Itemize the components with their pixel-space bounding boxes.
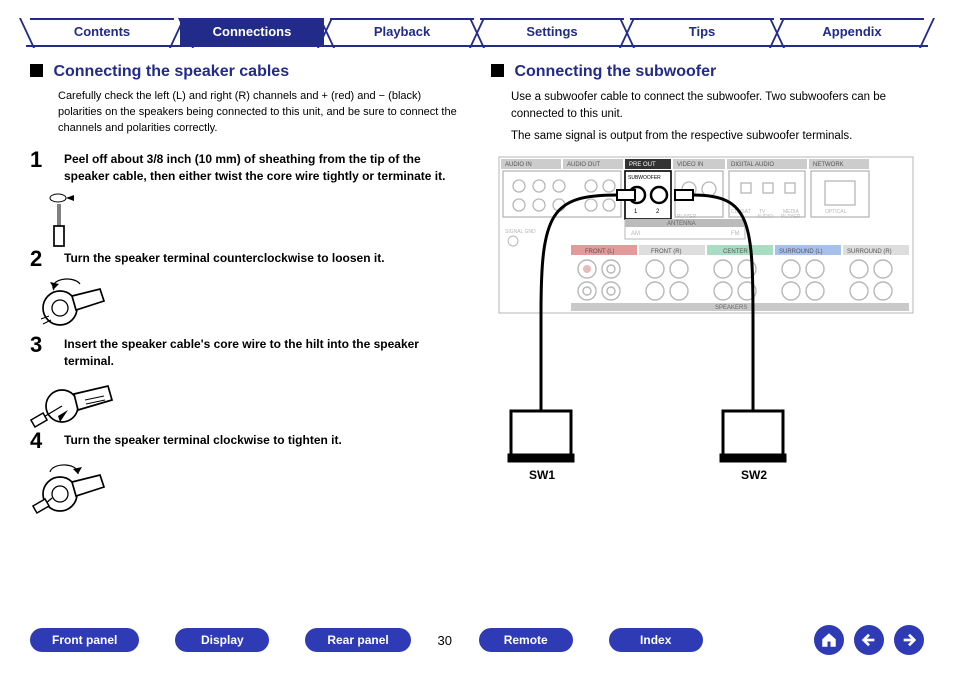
subwoofer-para-1: Use a subwoofer cable to connect the sub…: [491, 89, 924, 122]
subwoofer-para-2: The same signal is output from the respe…: [491, 128, 924, 145]
step-3: 3 Insert the speaker cable's core wire t…: [30, 334, 463, 370]
svg-text:SURROUND (R): SURROUND (R): [847, 249, 892, 255]
svg-text:CENTER: CENTER: [723, 249, 748, 255]
step-1: 1 Peel off about 3/8 inch (10 mm) of she…: [30, 149, 463, 185]
svg-text:PRE OUT: PRE OUT: [629, 162, 656, 168]
svg-text:SPEAKERS: SPEAKERS: [715, 305, 747, 311]
svg-text:SIGNAL GND: SIGNAL GND: [505, 229, 536, 235]
right-column: Connecting the subwoofer Use a subwoofer…: [491, 63, 924, 573]
home-icon[interactable]: [814, 625, 844, 655]
step-text: Insert the speaker cable's core wire to …: [64, 334, 463, 370]
illustration-tighten-terminal: [30, 458, 463, 518]
heading-text: Connecting the speaker cables: [53, 63, 289, 80]
svg-text:AUDIO: AUDIO: [757, 214, 773, 220]
sw1-label: SW1: [529, 468, 555, 482]
tab-connections[interactable]: Connections: [180, 18, 324, 46]
tab-playback[interactable]: Playback: [330, 18, 474, 46]
step-4: 4 Turn the speaker terminal clockwise to…: [30, 430, 463, 452]
svg-text:SUBWOOFER: SUBWOOFER: [628, 175, 661, 181]
arrow-right-icon[interactable]: [894, 625, 924, 655]
rear-panel-diagram: AUDIO IN AUDIO OUT PRE OUT VIDEO IN DIGI…: [491, 153, 924, 503]
nav-display[interactable]: Display: [175, 628, 269, 652]
step-text: Turn the speaker terminal clockwise to t…: [64, 430, 342, 452]
svg-text:FM: FM: [731, 231, 740, 237]
svg-text:AUDIO OUT: AUDIO OUT: [567, 162, 601, 168]
tab-tips[interactable]: Tips: [630, 18, 774, 46]
svg-text:ANTENNA: ANTENNA: [667, 221, 696, 227]
svg-text:SURROUND (L): SURROUND (L): [779, 249, 823, 255]
sw2-label: SW2: [741, 468, 767, 482]
nav-front-panel[interactable]: Front panel: [30, 628, 139, 652]
square-bullet-icon: [30, 64, 43, 77]
svg-text:AM: AM: [631, 231, 640, 237]
arrow-left-icon[interactable]: [854, 625, 884, 655]
step-number: 4: [30, 430, 52, 452]
illustration-strip-wire: [30, 190, 463, 248]
svg-text:FRONT (R): FRONT (R): [651, 249, 682, 255]
step-text: Turn the speaker terminal counterclockwi…: [64, 248, 385, 270]
svg-text:DIGITAL AUDIO: DIGITAL AUDIO: [731, 162, 774, 168]
top-nav: Contents Connections Playback Settings T…: [30, 18, 924, 46]
illustration-loosen-terminal: [30, 276, 463, 334]
bottom-nav: Front panel Display Rear panel 30 Remote…: [30, 625, 924, 655]
illustration-insert-wire: [30, 376, 463, 430]
nav-remote[interactable]: Remote: [479, 628, 573, 652]
step-text: Peel off about 3/8 inch (10 mm) of sheat…: [64, 149, 463, 185]
nav-rear-panel[interactable]: Rear panel: [305, 628, 410, 652]
square-bullet-icon: [491, 64, 504, 77]
svg-text:OPTICAL: OPTICAL: [825, 209, 847, 215]
step-2: 2 Turn the speaker terminal counterclock…: [30, 248, 463, 270]
svg-text:1: 1: [634, 209, 638, 215]
tab-label: Connections: [213, 24, 292, 39]
svg-text:2: 2: [656, 209, 660, 215]
step-number: 2: [30, 248, 52, 270]
svg-text:AUDIO IN: AUDIO IN: [505, 162, 532, 168]
step-number: 3: [30, 334, 52, 370]
tab-settings[interactable]: Settings: [480, 18, 624, 46]
svg-text:VIDEO IN: VIDEO IN: [677, 162, 703, 168]
page-number: 30: [425, 633, 465, 648]
left-column: Connecting the speaker cables Carefully …: [30, 63, 463, 573]
svg-text:3 MEDIA: 3 MEDIA: [677, 153, 698, 155]
svg-text:FRONT (L): FRONT (L): [585, 249, 615, 255]
svg-text:PLAYER: PLAYER: [781, 214, 801, 220]
heading-subwoofer: Connecting the subwoofer: [491, 63, 924, 81]
step-number: 1: [30, 149, 52, 185]
nav-index[interactable]: Index: [609, 628, 703, 652]
steps-list: 1 Peel off about 3/8 inch (10 mm) of she…: [30, 149, 463, 518]
tab-appendix[interactable]: Appendix: [780, 18, 924, 46]
heading-text: Connecting the subwoofer: [514, 63, 716, 80]
heading-speaker-cables: Connecting the speaker cables: [30, 63, 463, 81]
tab-contents[interactable]: Contents: [30, 18, 174, 46]
svg-text:NETWORK: NETWORK: [813, 162, 844, 168]
intro-paragraph: Carefully check the left (L) and right (…: [30, 89, 463, 137]
